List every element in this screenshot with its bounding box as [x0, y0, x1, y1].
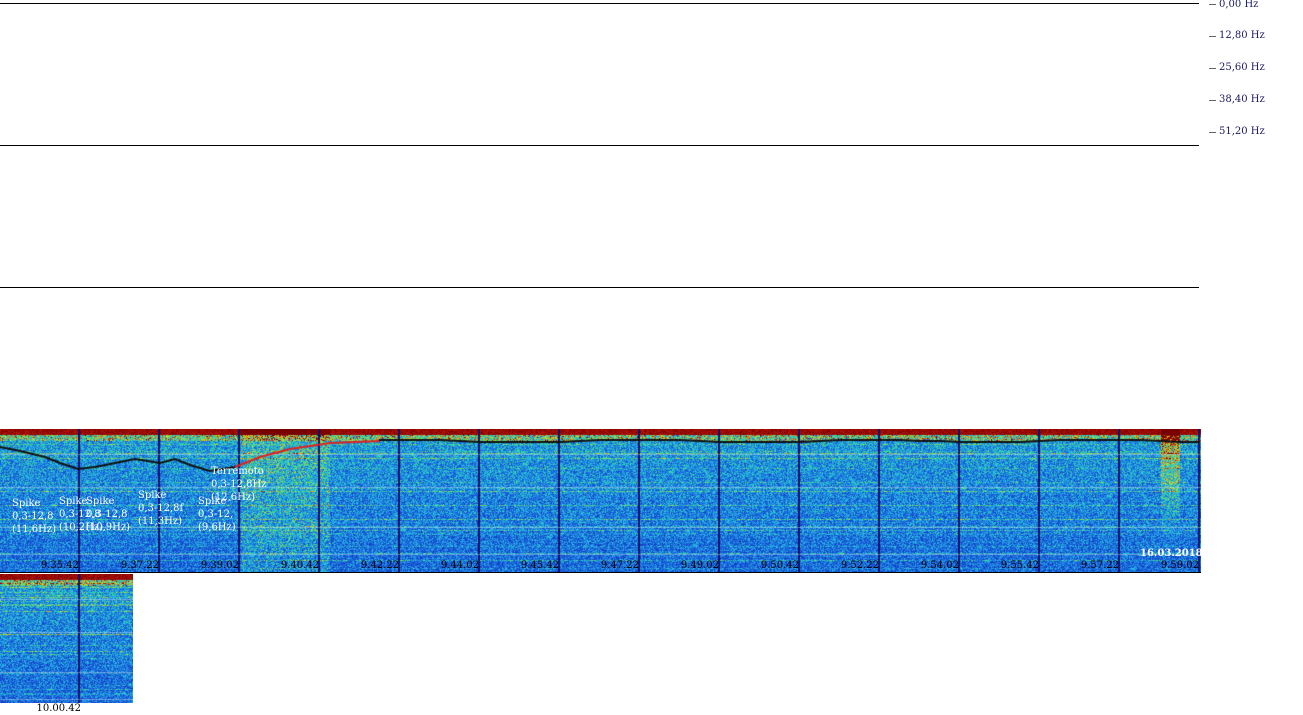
frequency-tick: [1209, 68, 1216, 69]
frequency-label-0: 0,00 Hz: [1219, 0, 1259, 10]
time-label: 9.57.22: [1080, 560, 1119, 571]
time-label: 9.49.02: [680, 560, 719, 571]
time-axis-line-1: [0, 572, 1201, 573]
time-label: 9.42.22: [360, 560, 399, 571]
time-label: 9.47.22: [600, 560, 639, 571]
panel-divider-line-2: [0, 287, 1199, 288]
panel-divider-line-1: [0, 145, 1199, 146]
spectrogram-strip-2: [0, 574, 133, 703]
date-label: 16.03.2018: [1140, 548, 1201, 559]
frequency-label-2: 25,60 Hz: [1219, 62, 1265, 73]
time-label: 9.55.42: [1000, 560, 1039, 571]
frequency-tick: [1209, 132, 1216, 133]
frequency-tick: [1209, 100, 1216, 101]
time-label: 9.39.02: [200, 560, 239, 571]
annotation-spike-4: Spike 0,3-12,8f (11,3Hz): [138, 490, 184, 527]
top-border-line: [0, 3, 1199, 4]
annotation-spike-1: Spike 0,3-12,8 (11,6Hz): [12, 498, 57, 535]
annotation-spike-3: Spike 0,3-12,8 (10,9Hz): [86, 496, 131, 533]
time-label: 9.54.02: [920, 560, 959, 571]
frequency-tick: [1209, 36, 1216, 37]
time-label: 9.35.42: [40, 560, 79, 571]
time-label: 9.50.42: [760, 560, 799, 571]
frequency-label-1: 12,80 Hz: [1219, 30, 1265, 41]
time-label: 9.44.02: [440, 560, 479, 571]
annotation-terremoto: Terremoto 0,3-12,8Hz (12,6Hz): [211, 466, 267, 503]
spectrogram-canvas-2: [0, 574, 133, 703]
time-label: 9.52.22: [840, 560, 879, 571]
frequency-label-3: 38,40 Hz: [1219, 94, 1265, 105]
frequency-tick: [1209, 4, 1216, 5]
spectrogram-strip-1: Spike 0,3-12,8 (11,6Hz) Spike 0,3-12,8 (…: [0, 429, 1201, 572]
frequency-label-4: 51,20 Hz: [1219, 126, 1265, 137]
time-label: 9.40.42: [280, 560, 319, 571]
time-label: 10.00.42: [36, 703, 81, 714]
time-label: 9.59.02: [1160, 560, 1199, 571]
time-label: 9.37.22: [120, 560, 159, 571]
time-label: 9.45.42: [520, 560, 559, 571]
